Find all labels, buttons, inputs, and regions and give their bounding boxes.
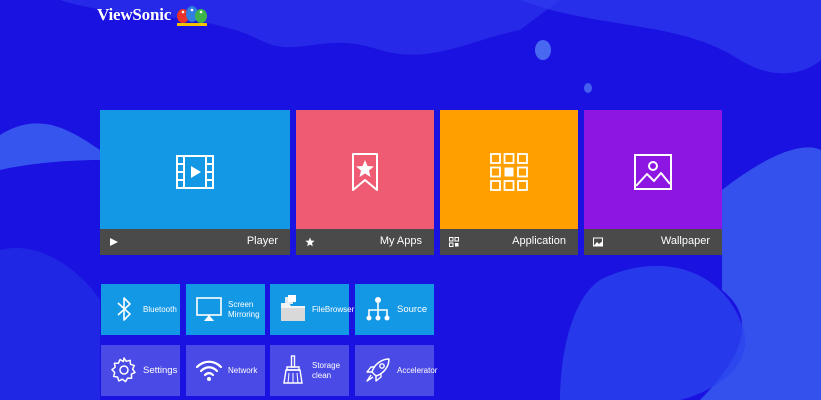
quick-screen-mirroring-label: Screen Mirroring	[228, 299, 260, 319]
viewsonic-logo: ViewSonic	[97, 4, 209, 26]
tile-player[interactable]: Player	[100, 110, 290, 255]
quick-source[interactable]: Source	[355, 284, 434, 335]
film-play-icon	[176, 155, 214, 189]
quick-network-label: Network	[228, 365, 258, 375]
brand-name: ViewSonic	[97, 5, 172, 24]
tile-wallpaper-label: Wallpaper	[660, 235, 710, 247]
quick-settings[interactable]: Settings	[101, 345, 180, 396]
quick-settings-label: Settings	[143, 364, 178, 376]
tile-wallpaper[interactable]: Wallpaper	[584, 110, 722, 255]
tile-my-apps-label: My Apps	[379, 235, 422, 247]
star-icon	[305, 237, 315, 247]
folder-icon	[281, 295, 305, 321]
quick-accelerator[interactable]: Accelerator	[355, 345, 438, 396]
quick-accelerator-label: Accelerator	[397, 365, 438, 375]
tile-application-bar: Application	[440, 229, 578, 255]
quick-bluetooth-label: Bluetooth	[143, 304, 177, 314]
play-icon	[110, 238, 118, 246]
bookmark-star-icon	[352, 153, 378, 191]
tile-my-apps[interactable]: My Apps	[296, 110, 434, 255]
source-icon	[366, 297, 390, 321]
grid-icon	[449, 237, 459, 247]
app-grid-icon	[490, 153, 528, 191]
picture-small-icon	[593, 237, 603, 247]
wifi-icon	[195, 360, 223, 381]
quick-storage-clean-label: Storage clean	[312, 360, 341, 380]
quick-bluetooth[interactable]: Bluetooth	[101, 284, 180, 335]
tile-my-apps-bar: My Apps	[296, 229, 434, 255]
rocket-icon	[366, 358, 390, 382]
quick-screen-mirroring[interactable]: Screen Mirroring	[186, 284, 265, 335]
quick-filebrowser-label: FileBrowser	[312, 304, 355, 314]
tile-player-label: Player	[246, 235, 278, 247]
tile-application[interactable]: Application	[440, 110, 578, 255]
tile-player-bar: Player	[100, 229, 290, 255]
bluetooth-icon	[117, 297, 131, 321]
screen-mirroring-icon	[196, 297, 222, 321]
quick-filebrowser[interactable]: FileBrowser	[270, 284, 355, 335]
quick-network[interactable]: Network	[186, 345, 265, 396]
gear-icon	[111, 357, 136, 383]
birds-logo-icon	[177, 6, 208, 26]
tile-application-label: Application	[512, 235, 566, 247]
quick-source-label: Source	[397, 303, 428, 315]
broom-icon	[283, 355, 303, 384]
quick-storage-clean[interactable]: Storage clean	[270, 345, 349, 396]
picture-icon	[634, 154, 672, 190]
tile-wallpaper-bar: Wallpaper	[584, 229, 722, 255]
